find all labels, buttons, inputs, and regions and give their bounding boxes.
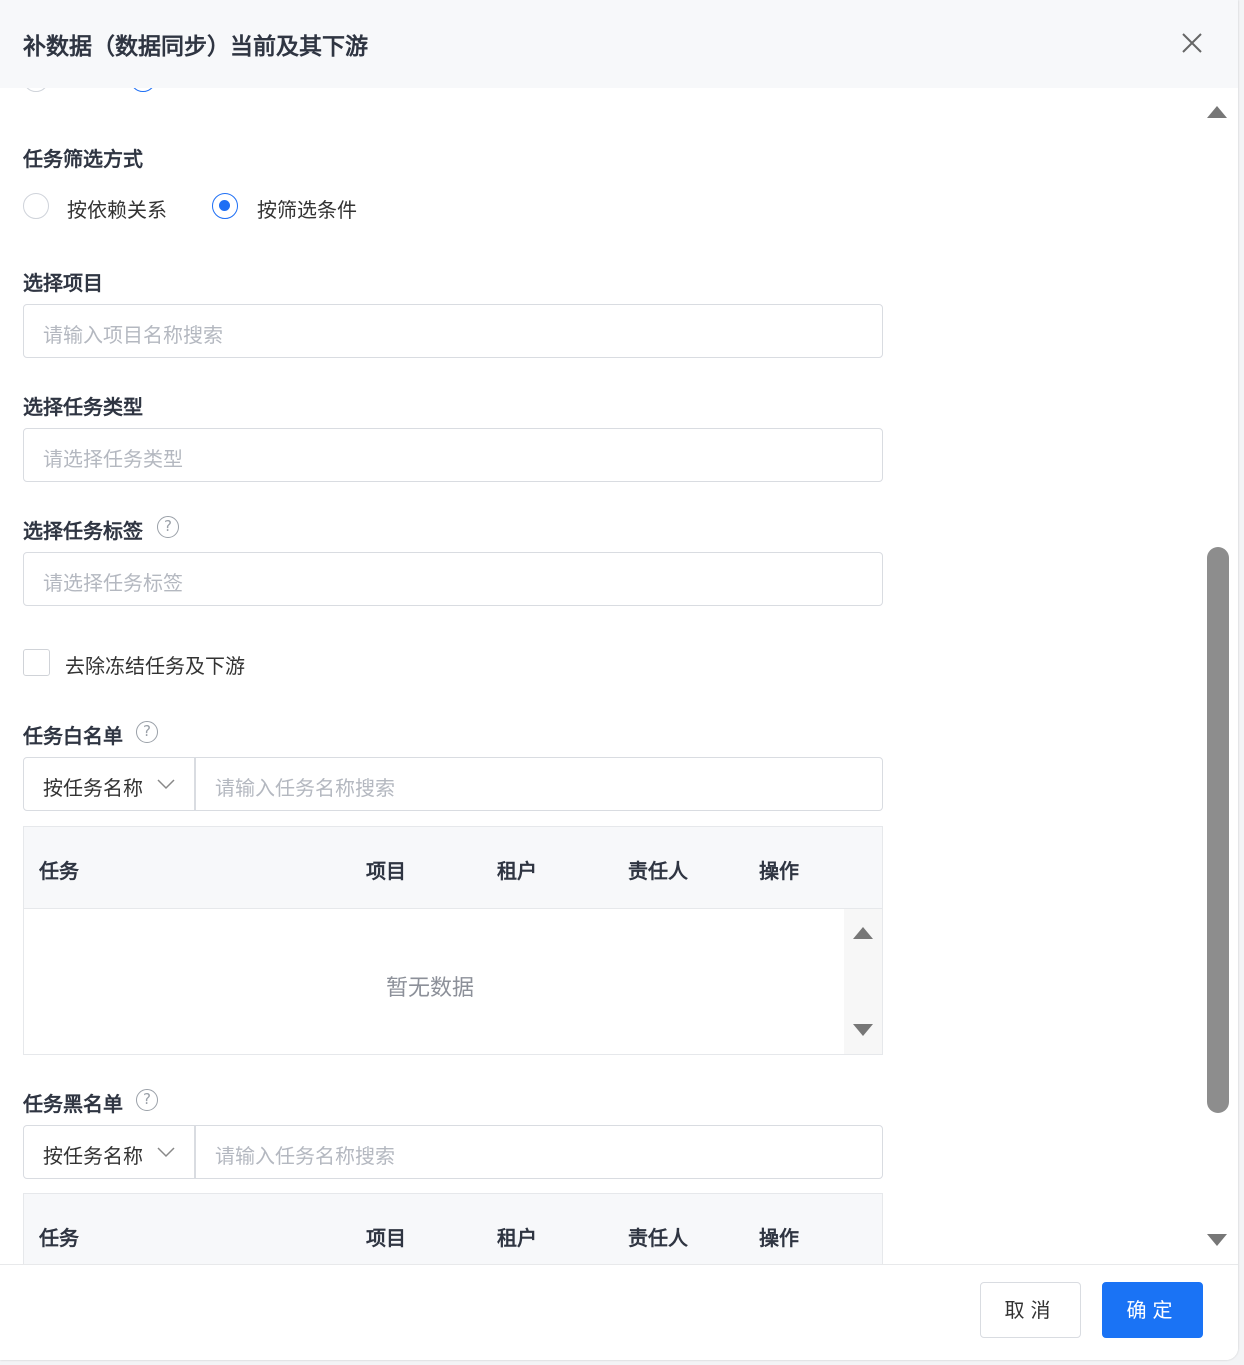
dialog-header: 补数据（数据同步）当前及其下游 — [0, 0, 1238, 88]
whitelist-search-input[interactable]: 请输入任务名称搜索 — [195, 757, 883, 811]
column-owner: 责任人 — [628, 1226, 688, 1250]
radio-by-dependency[interactable] — [23, 193, 49, 219]
confirm-button[interactable]: 确定 — [1102, 1282, 1203, 1338]
task-type-label: 选择任务类型 — [23, 395, 143, 419]
filter-mode-label: 任务筛选方式 — [23, 147, 143, 171]
column-action: 操作 — [759, 1226, 799, 1250]
question-circle-icon[interactable]: ? — [157, 516, 179, 538]
radio-partial-1[interactable] — [23, 88, 49, 92]
blacklist-label: 任务黑名单 — [23, 1092, 123, 1116]
whitelist-table-header: 任务 项目 租户 责任人 操作 — [24, 827, 882, 909]
column-action: 操作 — [759, 859, 799, 883]
question-circle-icon[interactable]: ? — [136, 721, 158, 743]
whitelist-search-placeholder: 请输入任务名称搜索 — [215, 776, 395, 800]
question-circle-icon[interactable]: ? — [136, 1089, 158, 1111]
radio-by-dependency-label[interactable]: 按依赖关系 — [67, 194, 167, 223]
dialog-body: 任务筛选方式 按依赖关系 按筛选条件 选择项目 请输入项目名称搜索 选择任务类型… — [0, 88, 1200, 1264]
task-type-select[interactable]: 请选择任务类型 — [23, 428, 883, 482]
table-scrollbar[interactable] — [844, 909, 882, 1054]
whitelist-mode-value: 按任务名称 — [43, 776, 143, 800]
chevron-down-icon — [157, 1147, 175, 1158]
dialog: 补数据（数据同步）当前及其下游 任务筛选方式 按依赖关系 按筛选条件 选择项目 … — [0, 0, 1238, 1360]
exclude-frozen-label[interactable]: 去除冻结任务及下游 — [65, 650, 245, 679]
scroll-down-arrow-icon[interactable] — [1207, 1234, 1227, 1246]
scroll-up-arrow-icon[interactable] — [853, 927, 873, 939]
blacklist-mode-value: 按任务名称 — [43, 1144, 143, 1168]
cancel-button[interactable]: 取消 — [980, 1282, 1081, 1338]
column-task: 任务 — [39, 859, 79, 883]
column-owner: 责任人 — [628, 859, 688, 883]
blacklist-table-header: 任务 项目 租户 责任人 操作 — [24, 1194, 882, 1264]
scroll-down-arrow-icon[interactable] — [853, 1024, 873, 1036]
blacklist-table: 任务 项目 租户 责任人 操作 — [23, 1193, 883, 1264]
whitelist-table-body: 暂无数据 — [24, 909, 882, 1054]
whitelist-table: 任务 项目 租户 责任人 操作 暂无数据 — [23, 826, 883, 1055]
radio-partial-2[interactable] — [130, 88, 156, 92]
radio-by-condition[interactable] — [212, 193, 238, 219]
scrollbar-thumb[interactable] — [1207, 547, 1229, 1113]
column-tenant: 租户 — [497, 859, 537, 883]
task-type-placeholder: 请选择任务类型 — [43, 447, 183, 471]
task-tag-select[interactable]: 请选择任务标签 — [23, 552, 883, 606]
column-project: 项目 — [366, 859, 406, 883]
empty-text: 暂无数据 — [386, 976, 475, 1001]
task-tag-placeholder: 请选择任务标签 — [43, 571, 183, 595]
column-task: 任务 — [39, 1226, 79, 1250]
blacklist-search-input[interactable]: 请输入任务名称搜索 — [195, 1125, 883, 1179]
column-tenant: 租户 — [497, 1226, 537, 1250]
column-project: 项目 — [366, 1226, 406, 1250]
dialog-scrollbar[interactable] — [1202, 88, 1234, 1264]
exclude-frozen-checkbox[interactable] — [23, 649, 50, 676]
task-tag-label: 选择任务标签 — [23, 519, 143, 543]
whitelist-label: 任务白名单 — [23, 724, 123, 748]
project-search-input[interactable]: 请输入项目名称搜索 — [23, 304, 883, 358]
radio-by-condition-label[interactable]: 按筛选条件 — [257, 194, 357, 223]
scroll-up-arrow-icon[interactable] — [1207, 106, 1227, 118]
dialog-title: 补数据（数据同步）当前及其下游 — [23, 34, 368, 60]
whitelist-mode-select[interactable]: 按任务名称 — [23, 757, 195, 811]
project-label: 选择项目 — [23, 271, 103, 295]
chevron-down-icon — [157, 779, 175, 790]
project-search-placeholder: 请输入项目名称搜索 — [43, 323, 223, 347]
close-icon[interactable] — [1174, 26, 1210, 60]
dialog-footer: 取消 确定 — [0, 1264, 1238, 1360]
blacklist-mode-select[interactable]: 按任务名称 — [23, 1125, 195, 1179]
blacklist-search-placeholder: 请输入任务名称搜索 — [215, 1144, 395, 1168]
